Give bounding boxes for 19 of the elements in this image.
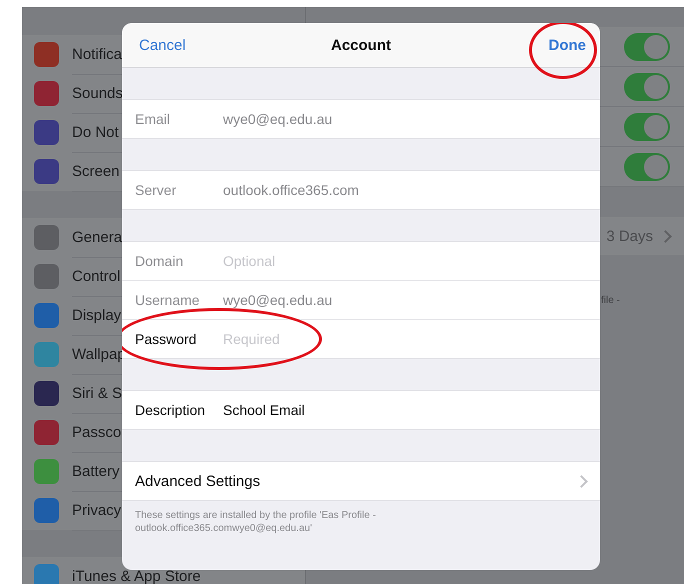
field-label: Password: [122, 320, 223, 358]
field-label: Username: [122, 281, 223, 319]
input-field[interactable]: School Email: [223, 391, 600, 429]
field-label: Domain: [122, 242, 223, 280]
toggle-switch[interactable]: [624, 32, 670, 60]
input-field[interactable]: Required: [223, 320, 600, 358]
field-label: Email: [122, 100, 223, 138]
toggle-switch[interactable]: [624, 112, 670, 140]
field-label: Description: [122, 391, 223, 429]
field-label: Server: [122, 171, 223, 209]
row-label: Advanced Settings: [135, 472, 260, 490]
row-value: 3 Days: [606, 228, 653, 244]
done-button[interactable]: Done: [548, 36, 586, 54]
toggle-switch[interactable]: [624, 72, 670, 100]
footer-note: These settings are installed by the profile 'Eas Profile - outlook.office365.comwye0@eq.edu.au': [134, 509, 377, 536]
dialog-title: Account: [331, 36, 391, 54]
toggle-switch[interactable]: [624, 152, 670, 180]
advanced-settings-row[interactable]: Advanced Settings: [122, 462, 600, 500]
cancel-button[interactable]: Cancel: [139, 36, 186, 54]
